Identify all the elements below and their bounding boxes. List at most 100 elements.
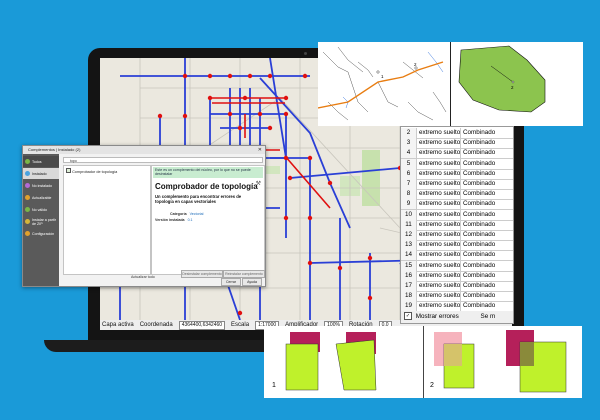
topology-errors-panel: 2 extremo suelto Combinado 3 extremo suelto C… [400,126,514,324]
row-number: 2 [401,128,417,138]
sidebar-item-settings[interactable]: Configuración [23,228,59,239]
plugin-title: Comprobador de topología [155,182,258,191]
layer-cell: Combinado [463,302,496,310]
coordinate-field[interactable]: 4364400,6342460 [178,320,226,330]
upgrade-all-button[interactable]: Actualizar todo [131,275,155,279]
row-number: 15 [401,260,417,271]
label-1: 1 [381,74,384,79]
divider [423,326,424,398]
layer-cell: Combinado [463,241,496,249]
row-number: 4 [401,148,417,159]
line-network-graphic: 1 2 [317,46,447,121]
layer-cell: Combinado [463,220,496,228]
sidebar-item-all[interactable]: Todos [23,156,59,167]
error-cell: extremo suelto [419,281,461,291]
layer-cell: Combinado [463,139,496,147]
plugin-list-item-label: Comprobador de topología [72,170,118,174]
park-area [362,150,380,206]
category-link[interactable]: Vectorial [190,212,204,216]
dialog-titlebar[interactable]: Complementos | Instalado (2) ✕ [23,146,265,154]
layer-cell: Combinado [463,231,496,238]
category-label: Categoría [170,212,187,216]
puzzle-icon [25,171,30,176]
sidebar-item-invalid[interactable]: No válido [23,204,59,215]
error-cell: extremo suelto [419,250,461,261]
close-button[interactable]: Cerrar [221,278,241,286]
error-cell: extremo suelto [419,189,461,200]
row-number: 19 [401,301,417,312]
plugin-list-item[interactable]: Comprobador de topología [66,168,117,174]
laptop-camera [304,52,307,55]
version-row: Versión instalada 0.1 [155,218,193,222]
row-number: 16 [401,270,417,281]
error-cell: extremo suelto [419,209,461,220]
sidebar-item-label: Instalado [32,171,47,176]
sidebar-item-label: No válido [32,207,47,212]
error-cell: extremo suelto [419,168,461,179]
plugin-list: Comprobador de topología [63,165,151,275]
checkbox-icon[interactable] [66,168,71,173]
row-number: 18 [401,291,417,302]
sidebar-item-installed[interactable]: Instalado [23,168,59,179]
plugin-search-input[interactable]: topo [63,157,263,163]
uninstall-button[interactable]: Desinstalar complemento [181,270,223,278]
version-label: Versión instalada [155,218,185,222]
layer-cell: Combinado [463,180,496,187]
row-number: 17 [401,281,417,291]
polygon-graphic: 2 [458,45,546,113]
sidebar-item-not-installed[interactable]: No instalado [23,180,59,191]
sidebar-item-install-zip[interactable]: Instalar a partir de ZIP [23,216,59,227]
error-cell: extremo suelto [419,219,461,230]
truncated-text: Se m [480,313,496,320]
layer-cell: Combinado [463,261,496,269]
row-number: 14 [401,250,417,261]
layer-cell: Combinado [463,169,496,177]
version-value: 0.1 [187,218,193,222]
close-icon[interactable]: ✕ [258,146,262,154]
coordinate-label: Coordenada [139,322,173,328]
row-number: 8 [401,189,417,200]
example-label-2: 2 [430,382,434,389]
sidebar-item-label: Actualizable [32,195,52,200]
plugin-description: Un complemento para encontrar errores de… [155,194,242,204]
category-row: Categoría Vectorial [170,212,203,216]
puzzle-icon [25,195,30,200]
error-cell: extremo suelto [419,291,461,302]
example-label-1: 1 [272,382,276,389]
layer-cell: Combinado [463,190,496,198]
error-cell: extremo suelto [419,138,461,149]
row-number: 5 [401,158,417,169]
sidebar-item-label: No instalado [32,183,52,188]
road-line [317,61,444,109]
show-errors-checkbox[interactable]: ✓ [404,312,412,321]
gear-icon [25,231,30,236]
error-cell: extremo suelto [419,128,461,138]
help-button[interactable]: Ayuda [242,278,262,286]
layer-cell: Combinado [463,251,496,259]
scale-label: Escala [231,322,250,328]
core-plugin-banner: Este es un complemento del núcleo, por l… [153,167,263,178]
green-polygon [458,45,546,113]
puzzle-icon [25,207,30,212]
layer-cell: Combinado [463,292,496,300]
sidebar-item-upgradeable[interactable]: Actualizable [23,192,59,203]
error-cell: extremo suelto [419,158,461,169]
layer-cell: Combinado [463,149,496,157]
reinstall-button[interactable]: Reinstalar complemento [223,270,265,278]
row-number: 7 [401,179,417,189]
layer-cell: Combinado [463,282,496,289]
label-2: 2 [414,62,417,67]
row-number: 12 [401,230,417,240]
layer-cell: Combinado [463,159,496,167]
topology-example-polygon: 2 [450,42,583,126]
error-cell: extremo suelto [419,260,461,271]
row-number: 10 [401,209,417,220]
sidebar-item-label: Instalar a partir de ZIP [32,217,56,226]
error-cell: extremo suelto [419,270,461,281]
row-number: 13 [401,240,417,251]
layer-cell: Combinado [463,129,496,136]
puzzle-icon [25,159,30,164]
active-layer-label: Capa activa [102,322,134,328]
topology-example-lines: 1 2 [317,42,450,126]
errors-footer: ✓ Mostrar errores Se m [401,311,513,323]
